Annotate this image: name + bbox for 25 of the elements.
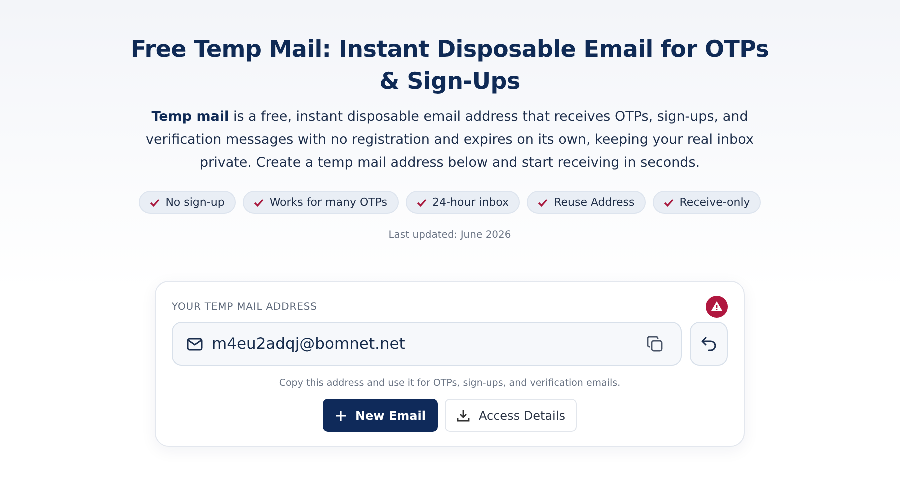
undo-icon (701, 337, 717, 351)
warning-icon[interactable] (706, 296, 728, 318)
feature-chip: No sign-up (138, 191, 236, 214)
check-icon (150, 198, 160, 206)
last-updated-text: Last updated: June 2026 (388, 230, 512, 241)
access-details-button[interactable]: Access Details (444, 399, 578, 432)
plus-icon (334, 410, 346, 422)
feature-chip: Reuse Address (527, 191, 646, 214)
feature-chip: Works for many OTPs (242, 191, 398, 214)
check-icon (538, 198, 548, 206)
check-icon (254, 198, 264, 206)
check-icon (416, 198, 426, 206)
feature-chip: 24-hour inbox (406, 191, 520, 214)
page-heading: Free Temp Mail: Instant Disposable Email for OTPs & Sign-Ups (130, 36, 770, 97)
address-label: YOUR TEMP MAIL ADDRESS (172, 302, 318, 312)
new-email-button[interactable]: New Email (322, 399, 438, 432)
copy-icon[interactable] (647, 336, 663, 352)
hint-text: Copy this address and use it for OTPs, sign-ups, and verification emails. (278, 378, 622, 389)
feature-chip: Receive-only (652, 191, 762, 214)
undo-button[interactable] (690, 322, 728, 366)
email-address-field[interactable]: m4eu2adqj@bomnet.net (172, 322, 682, 366)
download-icon (456, 409, 470, 422)
envelope-icon (187, 338, 203, 350)
intro-paragraph: Temp mail is a free, instant disposable email address that receives OTPs, sign-ups, and verification messages with no registration and expires on its own, keeping your real inbox private. Create a temp mail address below and start receiving in seconds. (145, 108, 755, 173)
check-icon (664, 198, 674, 206)
